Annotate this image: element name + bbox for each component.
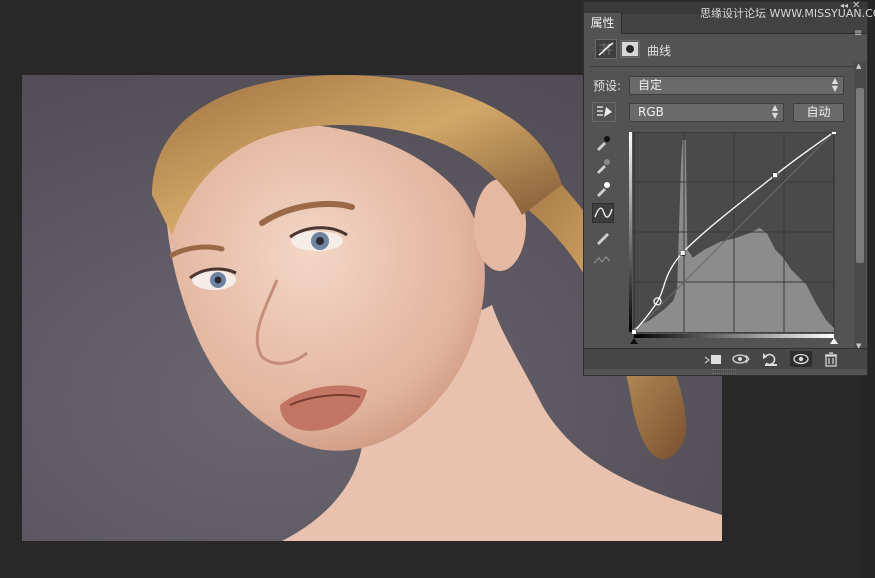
divider xyxy=(590,66,858,67)
panel-bottom-bar xyxy=(584,348,867,369)
properties-panel: ◂◂ ✕ 属性 ≡ 思缘设计论坛 WWW.MISSYUAN.COM 曲线 预设:… xyxy=(583,0,875,376)
curve-control-point[interactable] xyxy=(679,249,686,256)
on-image-adjust-icon[interactable] xyxy=(592,102,616,122)
scroll-thumb[interactable] xyxy=(856,88,864,263)
curves-adjustment-icon[interactable] xyxy=(595,39,617,59)
select-arrows-icon: ▲ ▼ xyxy=(831,76,838,93)
curve-points-icon[interactable] xyxy=(592,203,614,223)
view-previous-state-icon[interactable] xyxy=(730,351,752,367)
curve-control-point[interactable] xyxy=(772,172,778,178)
watermark: 思缘设计论坛 WWW.MISSYUAN.COM xyxy=(700,7,875,20)
gray-point-eyedropper-icon[interactable] xyxy=(592,156,614,176)
tab-properties[interactable]: 属性 xyxy=(584,13,622,34)
preset-label: 预设: xyxy=(593,79,622,93)
curve-control-point[interactable] xyxy=(631,329,637,335)
auto-button[interactable]: 自动 xyxy=(793,103,844,122)
white-slider-handle[interactable] xyxy=(830,338,838,344)
white-point-eyedropper-icon[interactable] xyxy=(592,179,614,199)
smooth-icon[interactable] xyxy=(592,250,614,270)
channel-select[interactable]: RGB ▲ ▼ xyxy=(629,103,784,122)
select-arrows-icon: ▲ ▼ xyxy=(771,103,778,120)
trash-icon[interactable] xyxy=(820,351,842,367)
input-gradient-bar xyxy=(629,132,632,332)
black-point-eyedropper-icon[interactable] xyxy=(592,133,614,153)
visibility-eye-icon[interactable] xyxy=(790,351,812,367)
resize-grip[interactable] xyxy=(712,369,736,374)
curves-graph[interactable] xyxy=(629,132,839,344)
panel-scrollbar[interactable]: ▲ ▼ xyxy=(854,62,866,352)
reset-icon[interactable] xyxy=(760,351,782,367)
mask-icon[interactable] xyxy=(620,40,640,58)
pencil-icon[interactable] xyxy=(592,227,614,247)
scroll-up-icon[interactable]: ▲ xyxy=(856,62,861,70)
panel-menu-icon[interactable]: ≡ xyxy=(854,28,862,39)
preset-select[interactable]: 自定 ▲ ▼ xyxy=(629,76,844,95)
preset-value: 自定 xyxy=(638,78,663,92)
adjustment-title: 曲线 xyxy=(647,44,672,58)
channel-value: RGB xyxy=(638,105,664,119)
black-slider-handle[interactable] xyxy=(630,338,638,344)
clip-to-layer-icon[interactable] xyxy=(702,351,724,367)
output-gradient-bar xyxy=(634,334,834,338)
curve-control-point[interactable] xyxy=(831,132,837,135)
